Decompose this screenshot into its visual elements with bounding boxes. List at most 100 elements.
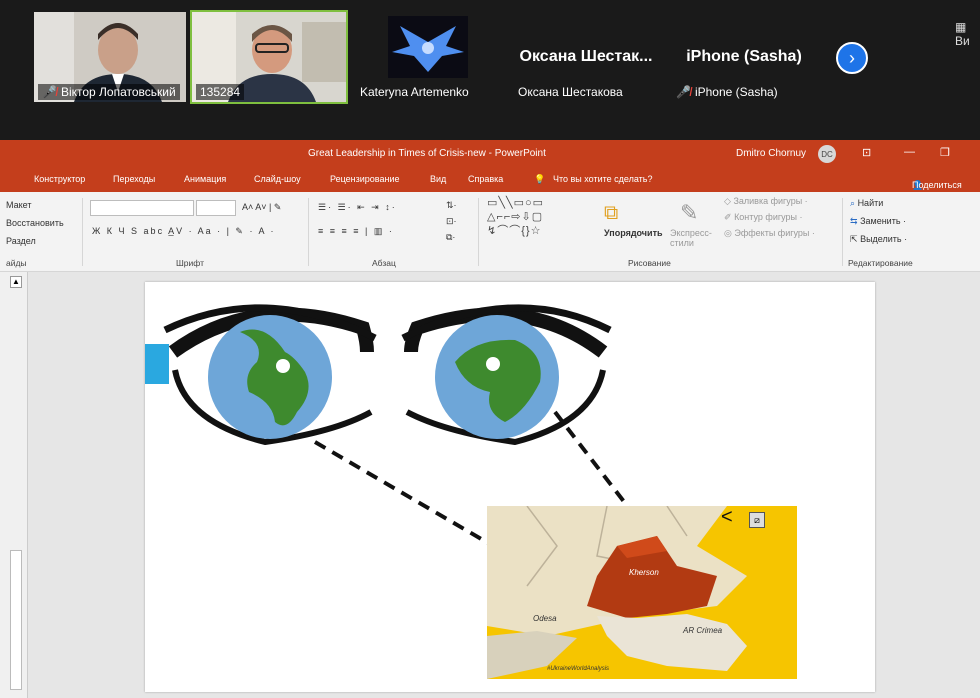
chevron-left-icon: < <box>721 506 733 528</box>
font-family-select[interactable] <box>90 200 194 216</box>
minimize-icon[interactable]: — <box>904 146 915 158</box>
participant-label: Kateryna Artemenko <box>356 84 473 100</box>
shapes-gallery[interactable]: ▭╲╲▭○▭ △⌐⌐⇨⇩▢ ↯⌒⌒{}☆ <box>487 196 597 242</box>
participant-name: iPhone (Sasha) <box>694 85 778 99</box>
ribbon: Макет Восстановить Раздел айды A˄ A˅ | ✎… <box>0 192 980 272</box>
participant-name: Kateryna Artemenko <box>360 85 469 99</box>
share-label: Поделиться <box>912 180 962 190</box>
participant-label: 🎤̸ Віктор Лопатовський <box>38 84 180 100</box>
arrange-button[interactable]: Упорядочить <box>604 228 663 238</box>
tab-view[interactable]: Вид <box>430 174 446 184</box>
shape-fill-button[interactable]: ◇ Заливка фигуры · <box>724 196 808 207</box>
find-label: Найти <box>857 198 884 208</box>
map-watermark: #UkraineWorldAnalysis <box>547 666 610 672</box>
group-label-paragraph: Абзац <box>372 258 396 268</box>
shape-effects-button[interactable]: ◎ Эффекты фигуры · <box>724 228 815 239</box>
text-direction-icon[interactable]: ⇅· <box>446 200 457 211</box>
participant-label: 🎤̸ iPhone (Sasha) <box>672 84 782 100</box>
tab-slideshow[interactable]: Слайд-шоу <box>254 174 301 184</box>
map-label-odesa: Odesa <box>533 614 557 623</box>
shape-outline-label: Контур фигуры <box>734 212 797 222</box>
kherson-map-image[interactable]: Kherson AR Crimea Odesa #UkraineWorldAna… <box>487 506 797 679</box>
smartart-icon[interactable]: ⧉· <box>446 232 455 243</box>
participant-display-name: Оксана Шестак... <box>519 48 653 65</box>
participant-tile[interactable]: iPhone (Sasha) 🎤̸ iPhone (Sasha) <box>668 12 820 102</box>
layout-button[interactable]: Макет <box>6 200 31 210</box>
shape-fill-label: Заливка фигуры <box>733 196 803 206</box>
effects-icon: ◎ <box>724 228 732 238</box>
align-buttons[interactable]: ≡ ≡ ≡ ≡ | ▥ · <box>318 226 394 237</box>
ribbon-tabs: Конструктор Переходы Анимация Слайд-шоу … <box>0 168 980 192</box>
powerpoint-window: Great Leadership in Times of Crisis-new … <box>0 140 980 698</box>
group-label-slides: айды <box>6 258 27 268</box>
slide-canvas[interactable]: Kherson AR Crimea Odesa #UkraineWorldAna… <box>145 282 875 692</box>
zoom-participant-strip: 🎤̸ Віктор Лопатовський 135284 Kateryna A… <box>0 0 980 140</box>
font-format-buttons[interactable]: Ж К Ч S abc A̲V · Aa · | ✎ · A · <box>92 226 275 237</box>
reset-button[interactable]: Восстановить <box>6 218 64 228</box>
find-button[interactable]: ⌕ Найти <box>850 198 883 209</box>
slide-thumbnail-pane[interactable]: ▲ <box>0 272 28 698</box>
tab-help[interactable]: Справка <box>468 174 503 184</box>
map-label-kherson: Kherson <box>629 568 659 577</box>
participant-tile[interactable]: Kateryna Artemenko <box>352 12 504 102</box>
participant-name: Оксана Шестакова <box>518 85 623 99</box>
divider <box>842 198 843 266</box>
scroll-up-button[interactable]: ▲ <box>10 276 22 288</box>
search-icon: ⌕ <box>850 198 856 208</box>
select-label: Выделить <box>860 234 902 244</box>
title-bar: Great Leadership in Times of Crisis-new … <box>0 140 980 168</box>
participant-name: 135284 <box>200 85 241 99</box>
image-format-icon[interactable]: ⧄ <box>749 512 765 528</box>
participant-tile[interactable]: Оксана Шестак... Оксана Шестакова <box>510 12 662 102</box>
tell-me-search[interactable]: Что вы хотите сделать? <box>553 174 653 184</box>
divider <box>82 198 83 266</box>
participant-label: 135284 <box>196 84 245 100</box>
replace-label: Заменить <box>860 216 901 226</box>
font-size-select[interactable] <box>196 200 236 216</box>
divider <box>308 198 309 266</box>
paint-bucket-icon: ◇ <box>724 196 731 206</box>
avatar[interactable]: DC <box>818 145 836 163</box>
pen-icon: ✐ <box>724 212 732 222</box>
participant-tile[interactable]: 🎤̸ Віктор Лопатовський <box>34 12 186 102</box>
map-illustration <box>487 506 797 679</box>
group-label-font: Шрифт <box>176 258 204 268</box>
tab-transitions[interactable]: Переходы <box>113 174 155 184</box>
participant-tile-active-speaker[interactable]: 135284 <box>190 10 348 104</box>
chevron-right-icon: › <box>849 47 855 68</box>
user-name: Dmitro Chornuy <box>736 148 807 159</box>
select-button[interactable]: ⇱ Выделить · <box>850 234 907 245</box>
section-button[interactable]: Раздел <box>6 236 36 246</box>
replace-icon: ⇆ <box>850 216 858 226</box>
document-title: Great Leadership in Times of Crisis-new … <box>308 148 546 159</box>
divider <box>478 198 479 266</box>
view-toggle-button[interactable]: ▦ Ви <box>955 20 980 48</box>
shape-outline-button[interactable]: ✐ Контур фигуры · <box>724 212 803 223</box>
participant-name: Віктор Лопатовський <box>60 85 176 99</box>
participant-display-name: iPhone (Sasha) <box>686 48 802 65</box>
align-text-icon[interactable]: ⊡· <box>446 216 457 227</box>
ribbon-display-options-icon[interactable]: ⊡ <box>862 146 871 159</box>
restore-icon[interactable]: ❐ <box>940 146 950 159</box>
mic-muted-icon: 🎤̸ <box>42 85 57 99</box>
slide-workspace: ▲ Kherson AR Crimea Odesa #UkraineWorldA… <box>0 272 980 698</box>
font-size-buttons[interactable]: A˄ A˅ | ✎ <box>242 202 281 213</box>
grid-icon: ▦ <box>955 20 967 34</box>
list-buttons[interactable]: ☰· ☰· ⇤ ⇥ ↕· <box>318 202 397 213</box>
mic-muted-icon: 🎤̸ <box>676 85 691 99</box>
next-participants-button[interactable]: › <box>836 42 868 74</box>
replace-button[interactable]: ⇆ Заменить · <box>850 216 906 227</box>
participant-label: Оксана Шестакова <box>514 84 627 100</box>
group-label-editing: Редактирование <box>848 258 913 268</box>
shape-effects-label: Эффекты фигуры <box>734 228 810 238</box>
map-label-crimea: AR Crimea <box>683 626 723 635</box>
scrollbar-thumb[interactable] <box>10 550 22 690</box>
lightbulb-icon: 💡 <box>534 174 546 184</box>
quick-styles-button[interactable]: Экспресс-стили <box>670 228 724 248</box>
tab-review[interactable]: Рецензирование <box>330 174 400 184</box>
tab-animations[interactable]: Анимация <box>184 174 226 184</box>
arrange-icon: ⧉ <box>604 202 619 224</box>
view-label: Ви <box>955 34 970 48</box>
tab-design[interactable]: Конструктор <box>34 174 85 184</box>
group-label-drawing: Рисование <box>628 258 671 268</box>
